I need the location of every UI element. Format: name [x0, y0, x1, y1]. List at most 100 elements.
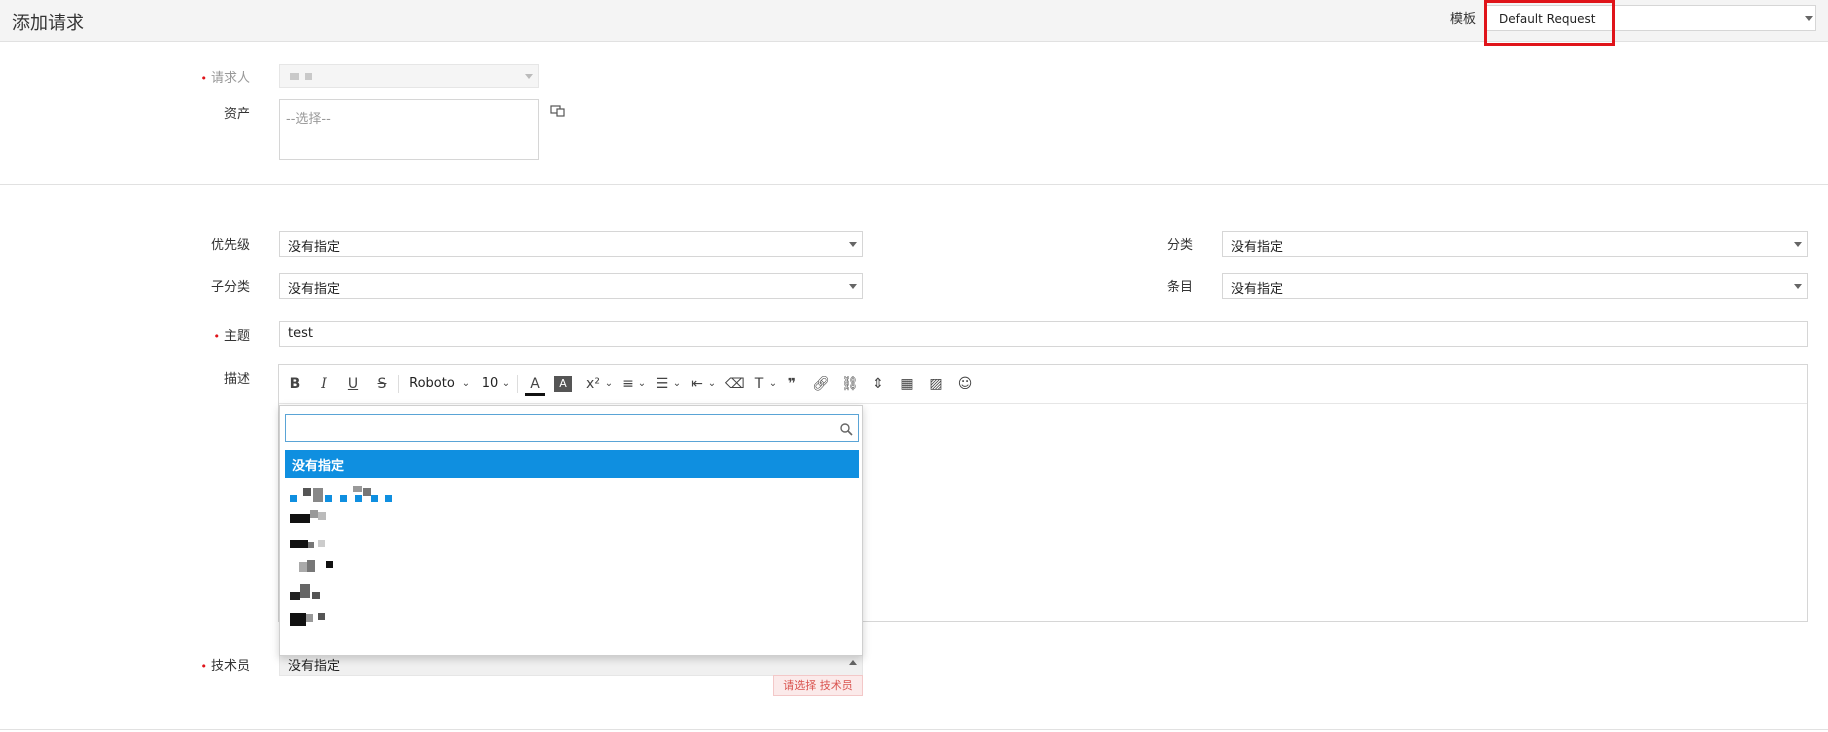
chevron-down-icon[interactable]: ⌄ [672, 374, 682, 394]
chevron-down-icon[interactable]: ⌄ [461, 374, 471, 394]
chevron-down-icon[interactable]: ⌄ [501, 374, 511, 394]
redacted-text [299, 562, 307, 572]
asset-label: 资产 [223, 107, 250, 122]
item-select[interactable]: 没有指定 [1222, 273, 1808, 299]
subcategory-select[interactable]: 没有指定 [279, 273, 863, 299]
redacted-text [353, 486, 362, 492]
priority-select[interactable]: 没有指定 [279, 231, 863, 257]
page-title: 添加请求 [12, 13, 84, 34]
redacted-text [363, 488, 371, 496]
dropdown-option[interactable] [285, 532, 859, 556]
chevron-down-icon[interactable]: ⌄ [768, 374, 778, 394]
category-label: 分类 [1166, 238, 1193, 253]
dropdown-search-input[interactable] [285, 414, 859, 442]
bottom-divider [0, 729, 1828, 730]
font-size-select[interactable]: 10 [481, 374, 499, 394]
underline-icon[interactable]: U [345, 374, 361, 394]
font-color-icon[interactable]: A [525, 374, 545, 396]
dropdown-option[interactable] [285, 484, 859, 508]
item-value: 没有指定 [1231, 282, 1284, 297]
eraser-icon[interactable]: ⌫ [725, 374, 745, 394]
item-label: 条目 [1166, 280, 1193, 295]
description-label: 描述 [223, 372, 250, 387]
toolbar-separator [517, 375, 518, 393]
requester-redacted-value-2 [305, 73, 312, 80]
editor-toolbar: B I U S Roboto ⌄ 10 ⌄ A A x² ⌄ ≡ ⌄ ☰ ⌄ ⇤… [279, 365, 1807, 404]
asset-input[interactable]: --选择-- [279, 99, 539, 160]
technician-dropdown: 没有指定 [279, 405, 863, 656]
bold-icon[interactable]: B [287, 374, 303, 394]
priority-value: 没有指定 [288, 240, 341, 255]
highlight-color-icon[interactable]: A [554, 376, 572, 392]
dropdown-option[interactable] [285, 580, 859, 604]
template-label: 模板 [1450, 12, 1477, 27]
chevron-down-icon [525, 74, 533, 79]
dropdown-option[interactable] [285, 604, 859, 628]
category-select[interactable]: 没有指定 [1222, 231, 1808, 257]
align-icon[interactable]: ≡ [620, 374, 636, 394]
redacted-text [326, 561, 333, 568]
dropdown-option[interactable] [285, 508, 859, 532]
redacted-text [355, 495, 362, 502]
category-value: 没有指定 [1231, 240, 1284, 255]
redacted-text [318, 613, 325, 620]
technician-value: 没有指定 [288, 659, 341, 674]
chevron-down-icon[interactable]: ⌄ [707, 374, 717, 394]
table-icon[interactable]: ▦ [899, 374, 915, 394]
redacted-text [318, 512, 326, 520]
subject-input[interactable]: test [279, 321, 1808, 347]
redacted-text [325, 495, 332, 502]
emoji-icon[interactable]: ☺ [957, 374, 973, 394]
blockquote-icon[interactable]: ❞ [784, 374, 800, 394]
link-icon[interactable]: 🔗︎ [812, 374, 830, 394]
chevron-down-icon[interactable]: ⌄ [637, 374, 647, 394]
redacted-text [385, 495, 392, 502]
redacted-text [310, 510, 318, 518]
italic-icon[interactable]: I [316, 374, 332, 394]
chevron-down-icon[interactable]: ⌄ [604, 374, 614, 394]
required-marker: • [213, 330, 220, 343]
section-divider [0, 184, 1828, 185]
redacted-text [371, 495, 378, 502]
redacted-text [303, 488, 311, 496]
requester-label: • 请求人 [200, 71, 250, 86]
subject-value: test [288, 326, 313, 341]
asset-picker-icon[interactable] [550, 103, 566, 117]
chevron-down-icon [849, 242, 857, 247]
list-icon[interactable]: ☰ [654, 374, 670, 394]
requester-select [279, 64, 539, 88]
template-select-value: Default Request [1499, 12, 1596, 26]
redacted-text [290, 613, 306, 626]
strikethrough-icon[interactable]: S [374, 374, 390, 394]
line-height-icon[interactable]: ⇕ [870, 374, 886, 394]
chevron-down-icon [1794, 242, 1802, 247]
redacted-text [290, 514, 310, 523]
redacted-text [290, 592, 300, 600]
redacted-text [290, 540, 308, 548]
subject-label: • 主题 [213, 329, 250, 344]
redacted-text [308, 542, 314, 548]
subcategory-value: 没有指定 [288, 282, 341, 297]
superscript-icon[interactable]: x² [582, 374, 604, 394]
required-marker: • [200, 72, 207, 85]
technician-label: • 技术员 [200, 659, 250, 674]
subcategory-label: 子分类 [210, 280, 250, 295]
font-family-select[interactable]: Roboto [407, 374, 457, 394]
asset-placeholder: --选择-- [286, 112, 331, 127]
image-icon[interactable]: ▨ [928, 374, 944, 394]
text-format-icon[interactable]: T [751, 374, 767, 394]
redacted-text [318, 540, 325, 547]
dropdown-option-selected[interactable]: 没有指定 [285, 450, 859, 478]
requester-redacted-value [290, 73, 299, 80]
chevron-down-icon [1794, 284, 1802, 289]
unlink-icon[interactable]: ⛓︎ [841, 374, 859, 394]
priority-label: 优先级 [210, 238, 250, 253]
dropdown-option[interactable] [285, 556, 859, 580]
required-marker: • [200, 660, 207, 673]
template-select[interactable]: Default Request [1486, 5, 1816, 31]
indent-icon[interactable]: ⇤ [689, 374, 705, 394]
redacted-text [313, 488, 323, 502]
chevron-down-icon [1805, 16, 1813, 21]
chevron-up-icon [849, 660, 857, 665]
toolbar-separator [398, 375, 399, 393]
